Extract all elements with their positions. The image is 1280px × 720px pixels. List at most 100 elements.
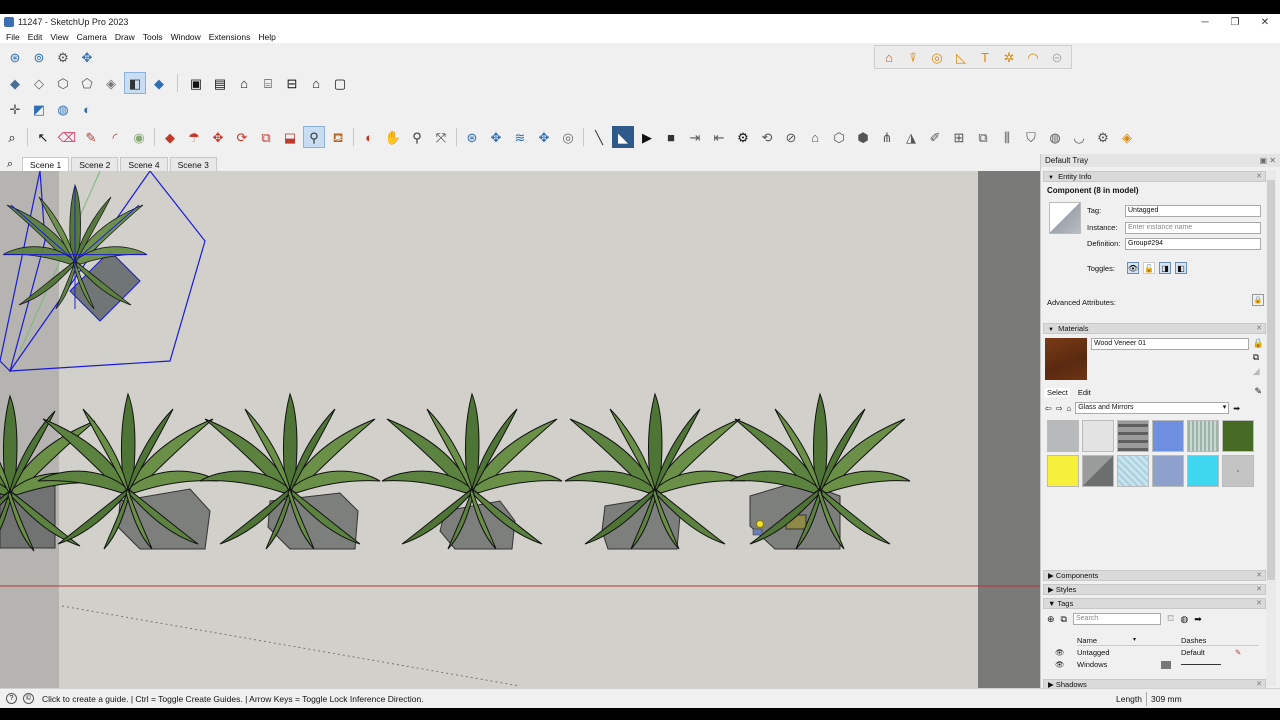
tag-select[interactable]: Untagged (1125, 205, 1261, 217)
orbit-icon[interactable]: ⊚ (28, 46, 50, 68)
bottom-view-icon[interactable]: ▢ (329, 72, 351, 94)
section-cut-icon[interactable]: ◍ (52, 98, 74, 120)
grass-icon[interactable]: ⋔ (876, 126, 898, 148)
left-view-icon[interactable]: ⌂ (305, 72, 327, 94)
import-icon[interactable]: ⇤ (708, 126, 730, 148)
paint-icon[interactable]: ◮ (900, 126, 922, 148)
section-fill-icon[interactable]: ◐ (76, 98, 98, 120)
plant-row[interactable] (0, 393, 911, 552)
layer-icon[interactable]: ◈ (1116, 126, 1138, 148)
move-icon[interactable]: ✥ (207, 126, 229, 148)
stack-icon[interactable]: ⫼ (996, 126, 1018, 148)
close-button[interactable]: ✕ (1250, 14, 1280, 30)
menu-edit[interactable]: Edit (24, 32, 47, 42)
tab-select[interactable]: Select (1045, 388, 1070, 397)
gear-icon[interactable]: ⚙ (732, 126, 754, 148)
tab-scene-1[interactable]: Scene 1 (22, 157, 70, 171)
eyedropper-icon[interactable]: ✎ (1254, 386, 1262, 397)
details-arrow-icon[interactable]: ➡ (1194, 614, 1202, 625)
orbit-tool-icon[interactable]: ◐ (358, 126, 380, 148)
tag-row[interactable]: 👁 Windows (1051, 659, 1259, 670)
follow-me-icon[interactable]: ☂ (183, 126, 205, 148)
account-icon[interactable]: ◎ (557, 126, 579, 148)
tray-controls[interactable]: ▣ ✕ (1260, 154, 1276, 167)
tab-edit[interactable]: Edit (1078, 388, 1091, 397)
box-plus-icon[interactable]: ⬢ (852, 126, 874, 148)
target-icon[interactable]: ◎ (926, 46, 948, 68)
color-by-tag-icon[interactable]: ◍ (1180, 614, 1188, 625)
warehouse-icon[interactable]: ⊛ (461, 126, 483, 148)
top-view-icon[interactable]: ▤ (209, 72, 231, 94)
selected-plant[interactable] (0, 171, 206, 373)
tab-scene-2[interactable]: Scene 2 (71, 157, 119, 171)
credit-icon[interactable]: © (23, 693, 34, 704)
reload-icon[interactable]: ⟲ (756, 126, 778, 148)
grid-icon[interactable]: ⊞ (948, 126, 970, 148)
visible-eye-icon[interactable]: 👁 (1055, 648, 1065, 657)
pan-icon[interactable]: ✋ (382, 126, 404, 148)
close-icon[interactable]: ✕ (1256, 571, 1262, 581)
export-icon[interactable]: ⇥ (684, 126, 706, 148)
tab-scene-4[interactable]: Scene 4 (120, 157, 168, 171)
disabled-tool-icon[interactable]: ⊝ (1046, 46, 1068, 68)
group-icon[interactable]: ⧉ (972, 126, 994, 148)
entity-info-header[interactable]: ▼ Entity Info ✕ (1043, 171, 1266, 182)
select-icon[interactable]: ↖ (32, 126, 54, 148)
lock-icon[interactable]: 🔓 (1143, 262, 1155, 274)
pencil-icon[interactable]: ✎ (1235, 648, 1241, 657)
close-icon[interactable]: ✕ (1256, 324, 1262, 334)
rotate-icon[interactable]: ⟳ (231, 126, 253, 148)
material-swatch[interactable] (1082, 420, 1114, 452)
material-swatch[interactable] (1222, 420, 1254, 452)
paint-tag-icon[interactable]: ⛾ (1167, 613, 1174, 625)
tab-scene-3[interactable]: Scene 3 (169, 157, 217, 171)
tags-header[interactable]: ▼ Tags ✕ (1043, 598, 1266, 609)
materials-header[interactable]: ▼ Materials ✕ (1043, 323, 1266, 334)
move-axes-icon[interactable]: ✛ (4, 98, 26, 120)
search-icon[interactable]: ⌕ (1, 157, 19, 171)
paint-bucket-icon[interactable]: ⛾ (327, 126, 349, 148)
section-plane-icon[interactable]: ◩ (28, 98, 50, 120)
add-tag-icon[interactable]: ⊕ (1047, 614, 1055, 625)
tag-color-swatch[interactable] (1161, 661, 1171, 669)
position-camera-icon[interactable]: ⚙ (52, 46, 74, 68)
shield-icon[interactable]: ⛉ (1020, 126, 1042, 148)
sandbox-tool-icon[interactable]: ✥ (533, 126, 555, 148)
funnel-icon[interactable]: ⍒ (902, 46, 924, 68)
right-view-icon[interactable]: ⌸ (257, 72, 279, 94)
menu-help[interactable]: Help (254, 32, 279, 42)
close-icon[interactable]: ✕ (1256, 599, 1262, 609)
material-swatch[interactable] (1152, 455, 1184, 487)
layout-icon[interactable]: ≋ (509, 126, 531, 148)
tray-scrollbar[interactable] (1266, 170, 1276, 686)
lock-attributes-icon[interactable]: 🔒 (1252, 294, 1264, 306)
home-icon[interactable]: ⌂ (1066, 404, 1071, 413)
model-viewport[interactable] (0, 171, 1040, 688)
solid-tools-icon[interactable]: ⊘ (780, 126, 802, 148)
eraser-icon[interactable]: ⌫ (56, 126, 78, 148)
menu-camera[interactable]: Camera (73, 32, 111, 42)
search-icon[interactable]: ⌕ (1, 126, 23, 148)
menu-extensions[interactable]: Extensions (205, 32, 255, 42)
components-header[interactable]: ▶ Components ✕ (1043, 570, 1266, 581)
tape-measure-icon[interactable]: ⚲ (303, 126, 325, 148)
create-material-icon[interactable]: ⧉ (1253, 352, 1264, 363)
protractor-icon[interactable]: ◺ (950, 46, 972, 68)
current-material-swatch[interactable] (1045, 338, 1087, 380)
wireframe-icon[interactable]: ⬡ (52, 72, 74, 94)
info-icon[interactable]: ? (6, 693, 17, 704)
dynamic-component-icon[interactable]: ⌂ (804, 126, 826, 148)
default-material-icon[interactable]: ◢ (1253, 366, 1264, 377)
hidden-line-icon[interactable]: ⬠ (76, 72, 98, 94)
tray-scrollbar-thumb[interactable] (1267, 180, 1275, 580)
close-icon[interactable]: ✕ (1256, 172, 1262, 182)
material-swatch[interactable] (1152, 420, 1184, 452)
play-icon[interactable]: ▶ (636, 126, 658, 148)
col-name[interactable]: Name (1077, 636, 1097, 645)
receive-shadows-icon[interactable]: ◨ (1159, 262, 1171, 274)
offset-icon[interactable]: ⬓ (279, 126, 301, 148)
back-arrow-icon[interactable]: ⇦ (1045, 404, 1052, 413)
push-pull-icon[interactable]: ◆ (159, 126, 181, 148)
cup-icon[interactable]: ◡ (1068, 126, 1090, 148)
measurement-value[interactable]: 309 mm (1146, 692, 1266, 706)
